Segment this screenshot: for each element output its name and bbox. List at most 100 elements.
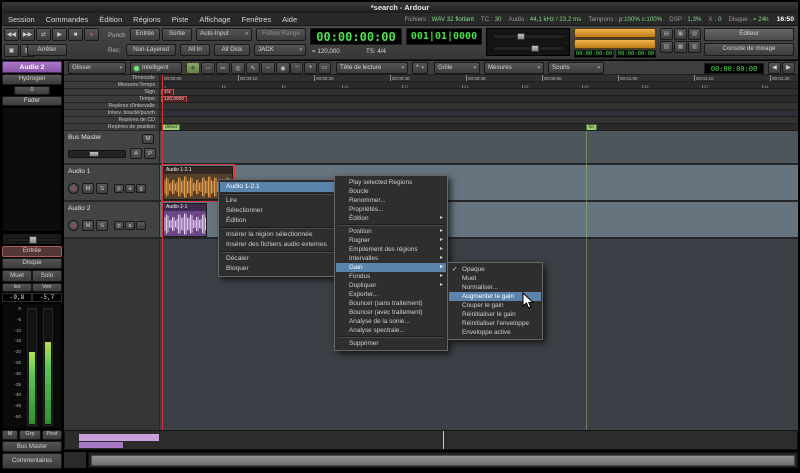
group-button[interactable]: Grp — [19, 430, 41, 440]
mixer-strip-name[interactable]: Audio 2 — [2, 61, 62, 73]
menubar-item-affichage[interactable]: Affichage — [199, 15, 230, 24]
shuttle-handle[interactable] — [517, 33, 525, 40]
solo-alert-bar[interactable] — [574, 39, 656, 49]
menu-item[interactable]: ✓Opaque — [449, 265, 541, 274]
title-bar[interactable]: *search - Ardour — [2, 2, 798, 13]
track-name[interactable]: Bus Master — [68, 134, 101, 141]
track-solo-button[interactable]: S — [96, 220, 108, 231]
gain-display[interactable]: 0 — [14, 86, 50, 95]
menu-item[interactable]: Analyse de la sonie... — [336, 317, 446, 326]
solo-lock-button[interactable]: Verr — [32, 283, 62, 292]
menu-item[interactable]: Enveloppe active — [449, 328, 541, 337]
solo-isolate-button[interactable]: Iso — [2, 283, 32, 292]
sync-source-dropdown[interactable]: JACK▾ — [254, 44, 306, 56]
stop-button[interactable]: Arrêter — [27, 44, 67, 56]
menu-item[interactable]: Muet — [449, 274, 541, 283]
bus-gain-slider[interactable] — [68, 150, 126, 158]
menu-item[interactable]: Analyse spectrale... — [336, 326, 446, 335]
menu-item[interactable]: Réinitialiser le gain — [449, 310, 541, 319]
edit-mode-dropdown[interactable]: Glisser▾ — [68, 62, 126, 74]
pan-control[interactable] — [2, 233, 62, 245]
nav-forward-button[interactable]: ▶ — [782, 62, 795, 74]
strip-input-button[interactable]: Hydrogen — [2, 74, 62, 85]
zoom-focus-dropdown[interactable]: Tête de lecture▾ — [336, 62, 408, 74]
menu-item[interactable]: Normaliser... — [449, 283, 541, 292]
track-name[interactable]: Audio 1 — [68, 168, 90, 175]
menu-item[interactable]: Rogner▸ — [336, 236, 446, 245]
location-marker[interactable]: début — [162, 124, 180, 131]
menu-item[interactable]: Boucle — [336, 187, 446, 196]
zoom-out-button[interactable]: − — [290, 62, 303, 74]
menu-item[interactable]: Bouncer (sans traitement) — [336, 299, 446, 308]
window-toggle-button[interactable]: ▥ — [688, 41, 701, 53]
nav-back-button[interactable]: ◀ — [768, 62, 781, 74]
range-clock-start[interactable]: 00:00:00:00 — [574, 50, 614, 58]
track-name[interactable]: Audio 2 — [68, 205, 90, 212]
menu-item[interactable]: Insérer des fichiers audio externes — [220, 240, 340, 250]
all-disk-button[interactable]: All Disk — [214, 44, 250, 56]
meter-display[interactable]: TS: 4/4 — [366, 49, 386, 55]
track-solo-button[interactable]: S — [96, 183, 108, 194]
menu-item[interactable]: Gain▸ — [336, 263, 446, 272]
menu-item[interactable]: Réinitialiser l'enveloppe — [449, 319, 541, 328]
midi-panic-button[interactable]: ▣ — [4, 44, 19, 57]
bus-p-button[interactable]: P — [144, 148, 156, 159]
ruler-row-1[interactable]: 1591317212529333741 — [160, 82, 798, 89]
goto-end-button[interactable]: ▶▶ — [20, 28, 35, 41]
metering-point-button[interactable]: M — [2, 430, 18, 440]
play-button[interactable]: ▶ — [52, 28, 67, 41]
menu-item[interactable]: Audio 1-2.1▸ — [220, 182, 340, 192]
menu-item[interactable]: Édition▸ — [220, 216, 340, 226]
comments-button[interactable]: Commentaires — [2, 453, 62, 469]
mixer-window-button[interactable]: Console de mixage — [704, 43, 794, 56]
ruler-row-7[interactable]: débutfin — [160, 124, 798, 131]
ruler-row-4[interactable] — [160, 103, 798, 110]
bus-gain-handle[interactable] — [89, 151, 99, 157]
track-mute-button[interactable]: M — [82, 183, 94, 194]
track-mute-button[interactable]: M — [82, 220, 94, 231]
menubar-item-édition[interactable]: Édition — [99, 15, 122, 24]
peak-display-right[interactable]: -5,7 — [32, 293, 62, 302]
group-button[interactable] — [136, 221, 146, 230]
stop-button-icon[interactable]: ■ — [68, 28, 83, 41]
horizontal-scrollbar[interactable] — [88, 452, 798, 468]
track-header-audio-1[interactable]: Audio 1 M S p a g — [64, 165, 160, 202]
menu-item[interactable]: Position▸ — [336, 227, 446, 236]
tempo-display[interactable]: = 120,000 — [312, 49, 340, 55]
tool-zoom-button[interactable]: ◎ — [231, 62, 245, 74]
tool-grab-button[interactable]: ✛ — [186, 62, 200, 74]
monitor-disk-button[interactable]: Disque — [2, 258, 62, 269]
menubar-item-aide[interactable]: Aide — [282, 15, 297, 24]
zoom-in-button[interactable]: + — [304, 62, 317, 74]
window-toggle-button[interactable]: ▦ — [674, 28, 687, 40]
loop-button[interactable]: ⇄ — [36, 28, 51, 41]
mouse-mode-dropdown[interactable]: Souris▾ — [548, 62, 604, 74]
tool-stretch-button[interactable]: ⇔ — [261, 62, 275, 74]
track-header-bus-master[interactable]: Bus Master M A P — [64, 131, 160, 165]
automation-button[interactable]: a — [125, 184, 135, 193]
window-toggle-button[interactable]: ▨ — [660, 41, 673, 53]
bus-mute-button[interactable]: M — [142, 134, 154, 144]
lane-bus-master[interactable] — [160, 131, 798, 165]
fader-mode-button[interactable]: Fader — [2, 96, 62, 106]
track-header-audio-2[interactable]: Audio 2 M S p a — [64, 202, 160, 239]
record-enable-button[interactable] — [68, 183, 79, 194]
processor-box[interactable] — [2, 107, 62, 232]
menu-item[interactable]: Play selected Regions — [336, 178, 446, 187]
ruler-row-2[interactable]: 4/4 — [160, 89, 798, 96]
record-arm-button[interactable]: ● — [84, 28, 99, 41]
snap-mode-dropdown[interactable]: Grille▾ — [434, 62, 480, 74]
automation-button[interactable]: a — [125, 221, 135, 230]
ruler-row-5[interactable] — [160, 110, 798, 117]
zoom-fit-button[interactable]: ▭ — [318, 62, 331, 74]
record-mode-button[interactable]: Non-Layered — [126, 44, 176, 56]
menu-item[interactable]: Propriétés... — [336, 205, 446, 214]
window-toggle-button[interactable]: ▧ — [688, 28, 701, 40]
editor-window-button[interactable]: Éditeur — [704, 28, 794, 41]
edit-point-clock[interactable]: 00:00:00:00 — [704, 63, 764, 74]
menu-item[interactable]: Édition▸ — [336, 214, 446, 223]
metering-mode-button[interactable]: Post — [42, 430, 62, 440]
ruler-row-0[interactable]: 00:00:0000:00:1000:00:2000:00:3000:00:40… — [160, 75, 798, 82]
edit-point-dropdown[interactable]: *▾ — [412, 62, 428, 74]
follow-range-button[interactable]: Follow Range — [256, 28, 306, 41]
